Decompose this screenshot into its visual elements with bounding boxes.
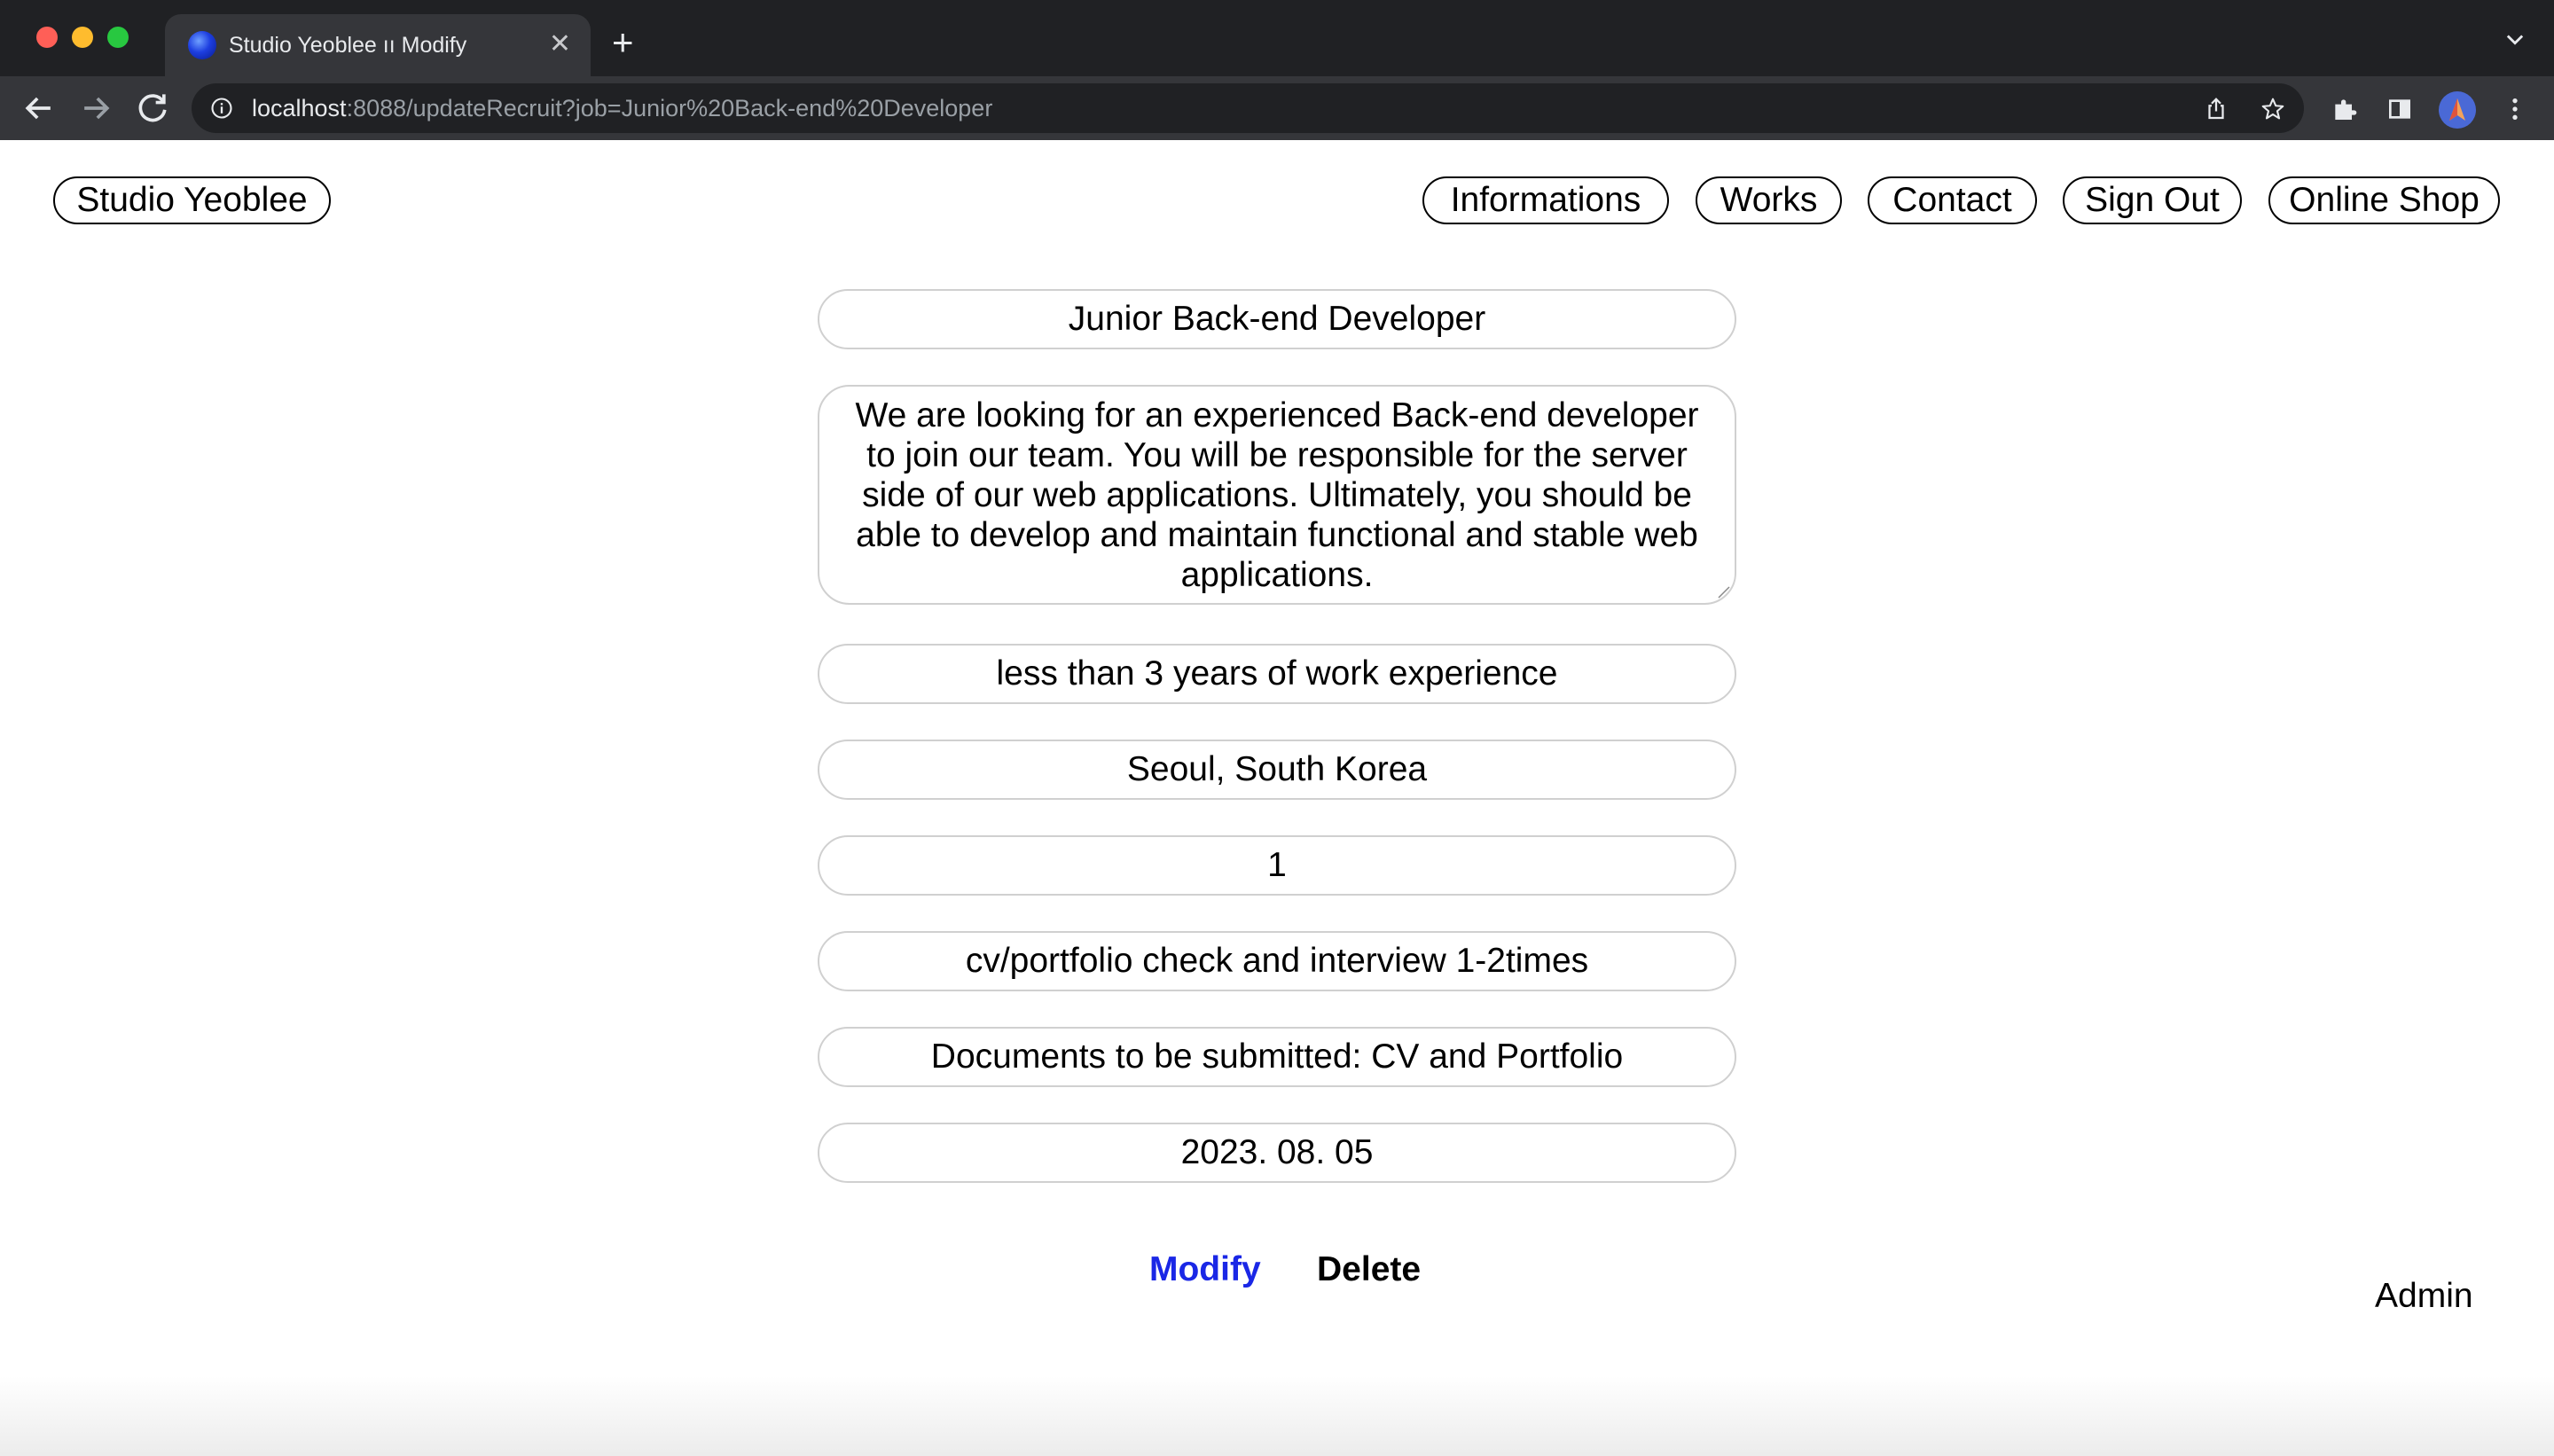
nav-contact[interactable]: Contact xyxy=(1868,176,2037,224)
avatar-icon xyxy=(2449,98,2465,121)
nav-sign-out[interactable]: Sign Out xyxy=(2063,176,2242,224)
modify-button[interactable]: Modify xyxy=(1149,1249,1261,1291)
address-bar[interactable]: localhost:8088/updateRecruit?job=Junior%… xyxy=(192,83,2304,133)
page-content: Studio Yeoblee Informations Works Contac… xyxy=(0,140,2554,1456)
info-icon[interactable] xyxy=(209,96,234,121)
headcount-input[interactable]: 1 xyxy=(818,835,1736,896)
back-arrow-icon[interactable] xyxy=(20,89,59,128)
close-window-button[interactable] xyxy=(36,27,58,48)
nav-online-shop[interactable]: Online Shop xyxy=(2268,176,2500,224)
globe-icon xyxy=(188,31,216,59)
url-path: :8088/updateRecruit?job=Junior%20Back-en… xyxy=(346,95,993,121)
nav-informations[interactable]: Informations xyxy=(1422,176,1669,224)
profile-avatar[interactable] xyxy=(2439,91,2476,129)
location-input[interactable]: Seoul, South Korea xyxy=(818,740,1736,800)
minimize-window-button[interactable] xyxy=(72,27,93,48)
forward-arrow-icon[interactable] xyxy=(76,89,115,128)
browser-tab-bar: Studio Yeoblee ıı Modify ✕ + xyxy=(0,0,2554,76)
url-host: localhost xyxy=(252,95,347,121)
browser-toolbar: localhost:8088/updateRecruit?job=Junior%… xyxy=(0,76,2554,140)
nav-works[interactable]: Works xyxy=(1696,176,1842,224)
side-panel-icon[interactable] xyxy=(2386,95,2414,123)
url-text[interactable]: localhost:8088/updateRecruit?job=Junior%… xyxy=(252,94,992,122)
job-title-input[interactable]: Junior Back-end Developer xyxy=(818,289,1736,349)
hiring-process-input[interactable]: cv/portfolio check and interview 1-2time… xyxy=(818,931,1736,991)
browser-tab-active[interactable]: Studio Yeoblee ıı Modify ✕ xyxy=(165,14,591,76)
bookmark-star-icon[interactable] xyxy=(2260,96,2286,122)
share-icon[interactable] xyxy=(2203,96,2229,122)
admin-label: Admin xyxy=(2375,1277,2473,1315)
job-description-text: We are looking for an experienced Back-e… xyxy=(855,396,1699,594)
more-menu-icon[interactable] xyxy=(2501,95,2529,123)
extensions-puzzle-icon[interactable] xyxy=(2331,95,2359,123)
deadline-input[interactable]: 2023. 08. 05 xyxy=(818,1123,1736,1183)
chevron-down-icon[interactable] xyxy=(2503,27,2527,51)
bottom-shadow xyxy=(0,1376,2554,1456)
delete-button[interactable]: Delete xyxy=(1317,1249,1421,1291)
tab-close-icon[interactable]: ✕ xyxy=(549,29,571,59)
experience-input[interactable]: less than 3 years of work experience xyxy=(818,644,1736,704)
resize-handle-icon[interactable] xyxy=(1715,583,1731,599)
reload-icon[interactable] xyxy=(133,89,172,128)
documents-input[interactable]: Documents to be submitted: CV and Portfo… xyxy=(818,1027,1736,1087)
job-description-textarea[interactable]: We are looking for an experienced Back-e… xyxy=(818,385,1736,605)
new-tab-button[interactable]: + xyxy=(612,21,634,64)
brand-link[interactable]: Studio Yeoblee xyxy=(53,176,331,224)
tab-title: Studio Yeoblee ıı Modify xyxy=(229,33,467,58)
maximize-window-button[interactable] xyxy=(107,27,129,48)
